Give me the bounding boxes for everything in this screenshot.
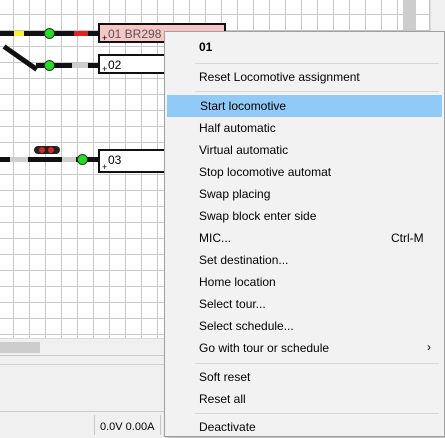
menu-separator <box>195 63 439 64</box>
menu-item-select-tour[interactable]: Select tour... <box>167 293 442 315</box>
menu-item-reset-locomotive-assignment[interactable]: Reset Locomotive assignment <box>167 66 442 88</box>
block-label: 03 <box>108 153 122 167</box>
track-gray-segment <box>72 63 88 68</box>
menu-item-label: Select tour... <box>199 297 266 311</box>
menu-item-swap-placing[interactable]: Swap placing <box>167 183 442 205</box>
menu-item-mic[interactable]: MIC... Ctrl-M <box>167 227 442 249</box>
menu-item-select-schedule[interactable]: Select schedule... <box>167 315 442 337</box>
menu-item-label: Stop locomotive automat <box>199 165 332 179</box>
signal-head-icon[interactable] <box>34 146 60 154</box>
menu-item-label: Soft reset <box>199 370 251 384</box>
block-label: 02 <box>108 58 122 72</box>
divider <box>94 415 95 435</box>
switch-diagonal-track[interactable] <box>2 44 39 72</box>
menu-item-label: Select schedule... <box>199 319 294 333</box>
menu-item-swap-block-enter-side[interactable]: Swap block enter side <box>167 205 442 227</box>
menu-item-half-automatic[interactable]: Half automatic <box>167 117 442 139</box>
signal-green-icon[interactable] <box>44 60 55 71</box>
block-03[interactable]: + 03 <box>98 149 168 173</box>
submenu-arrow-icon: › <box>427 340 431 354</box>
menu-separator <box>195 91 439 92</box>
menu-item-label: Start locomotive <box>200 99 287 113</box>
menu-item-go-with-tour-or-schedule[interactable]: Go with tour or schedule › <box>167 337 442 359</box>
menu-item-label: Home location <box>199 275 276 289</box>
menu-item-label: Deactivate <box>199 420 256 434</box>
menu-item-label: Half automatic <box>199 121 276 135</box>
vertical-scrollbar-thumb[interactable] <box>403 0 416 30</box>
track-red-segment <box>74 31 88 36</box>
status-voltage: 0.0V 0.00A <box>100 421 155 433</box>
signal-green-icon[interactable] <box>77 154 88 165</box>
menu-item-label: Swap block enter side <box>199 209 317 223</box>
block-plus-marker: + <box>102 64 108 74</box>
menu-item-label: Reset Locomotive assignment <box>199 70 360 84</box>
track-yellow-segment <box>14 31 24 36</box>
horizontal-scrollbar-thumb[interactable] <box>0 342 40 353</box>
menu-item-soft-reset[interactable]: Soft reset <box>167 366 442 388</box>
menu-item-deactivate[interactable]: Deactivate <box>167 416 442 438</box>
menu-item-shortcut: Ctrl-M <box>391 231 424 245</box>
menu-item-virtual-automatic[interactable]: Virtual automatic <box>167 139 442 161</box>
block-label: 01 BR298 <box>108 27 162 41</box>
signal-red-light <box>48 147 54 153</box>
menu-item-label: Reset all <box>199 392 246 406</box>
menu-item-reset-all[interactable]: Reset all <box>167 388 442 410</box>
signal-red-light <box>39 147 45 153</box>
menu-item-label: Set destination... <box>199 253 289 267</box>
track-gray-segment <box>62 157 76 162</box>
menu-separator <box>195 363 439 364</box>
track-gray-segment <box>10 157 28 162</box>
block-02[interactable]: + 02 <box>98 54 168 74</box>
menu-item-label: Virtual automatic <box>199 143 289 157</box>
menu-item-set-destination[interactable]: Set destination... <box>167 249 442 271</box>
menu-item-label: MIC... <box>199 231 231 245</box>
context-menu: 01 Reset Locomotive assignment Start loc… <box>164 31 445 437</box>
menu-item-label: Go with tour or schedule <box>199 341 330 355</box>
menu-item-home-location[interactable]: Home location <box>167 271 442 293</box>
divider <box>160 415 161 435</box>
block-plus-marker: + <box>102 33 108 43</box>
menu-item-stop-locomotive-automat[interactable]: Stop locomotive automat <box>167 161 442 183</box>
signal-green-icon[interactable] <box>44 28 55 39</box>
menu-header: 01 <box>167 36 442 58</box>
menu-item-start-locomotive[interactable]: Start locomotive <box>167 95 442 117</box>
menu-header-label: 01 <box>199 40 213 54</box>
menu-separator <box>195 413 439 414</box>
block-plus-marker: + <box>102 162 108 172</box>
menu-item-label: Swap placing <box>199 187 271 201</box>
